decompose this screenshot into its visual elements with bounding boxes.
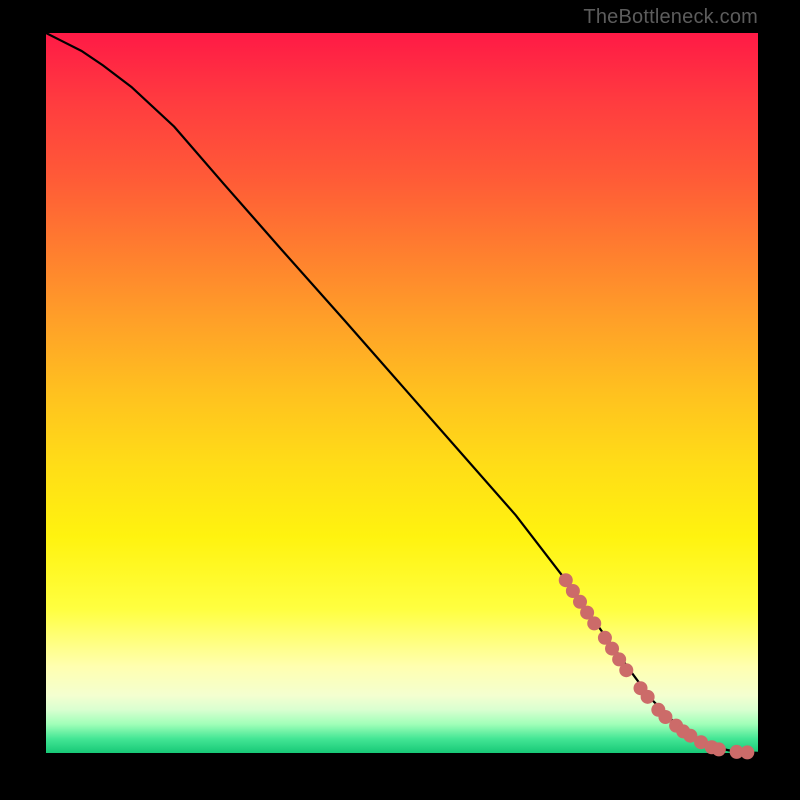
chart-stage: TheBottleneck.com: [0, 0, 800, 800]
data-point: [740, 745, 754, 759]
chart-svg: [46, 33, 758, 753]
data-point: [619, 663, 633, 677]
watermark-text: TheBottleneck.com: [583, 6, 758, 29]
scatter-points: [559, 573, 755, 759]
data-point: [641, 690, 655, 704]
plot-area: [46, 33, 758, 753]
bottleneck-curve: [46, 33, 758, 753]
data-point: [587, 616, 601, 630]
data-point: [712, 742, 726, 756]
